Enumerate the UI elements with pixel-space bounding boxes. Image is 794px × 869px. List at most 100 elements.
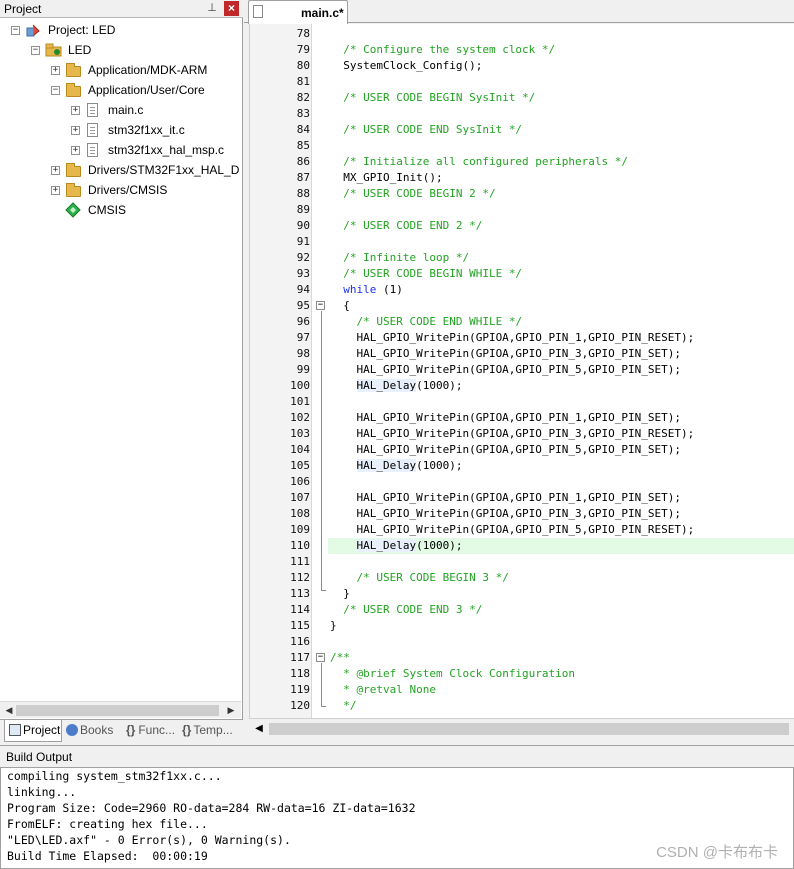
- build-output-log[interactable]: compiling system_stm32f1xx.c... linking.…: [0, 767, 794, 869]
- code-text: }: [330, 587, 350, 600]
- line-number: 80: [296, 59, 310, 72]
- code-text: /* Configure the system clock */: [343, 43, 556, 56]
- tab-books[interactable]: Books: [64, 720, 120, 742]
- pin-icon[interactable]: ⊥: [205, 1, 219, 15]
- scroll-left-icon[interactable]: ◀: [252, 722, 266, 736]
- line-number: 103: [290, 427, 310, 440]
- code-text: SystemClock_Config();: [330, 59, 483, 72]
- tree-item-application-user-core[interactable]: − Application/User/Core: [0, 80, 240, 100]
- code-text: /* USER CODE BEGIN SysInit */: [343, 91, 536, 104]
- code-text: HAL_GPIO_WritePin(GPIOA,GPIO_PIN_3,GPIO_…: [330, 507, 681, 520]
- file-icon: [253, 5, 263, 18]
- tree-horizontal-scrollbar[interactable]: ◀ ▶: [0, 701, 241, 718]
- tree-item-stm32f1xx-it-c[interactable]: + stm32f1xx_it.c: [0, 120, 240, 140]
- tree-item-label: stm32f1xx_it.c: [108, 123, 185, 137]
- line-number: 113: [290, 587, 310, 600]
- line-number: 86: [296, 155, 310, 168]
- line-number: 82: [296, 91, 310, 104]
- project-panel-header: Project ⊥ ×: [0, 0, 243, 18]
- line-number: 107: [290, 491, 310, 504]
- scrollbar-thumb[interactable]: [269, 723, 789, 735]
- file-icon: [87, 103, 98, 117]
- line-number: 119: [290, 683, 310, 696]
- expand-icon[interactable]: +: [71, 146, 80, 155]
- scrollbar-thumb[interactable]: [16, 705, 219, 716]
- tree-item-application-mdk-arm[interactable]: + Application/MDK-ARM: [0, 60, 240, 80]
- tab-label: Func...: [138, 723, 176, 737]
- code-editor[interactable]: 78 79 /* Configure the system clock */80 …: [249, 24, 794, 718]
- tab-functions[interactable]: {} Func...: [122, 720, 178, 742]
- tree-item-led-target[interactable]: − LED: [0, 40, 240, 60]
- code-text: HAL_GPIO_WritePin(GPIOA,GPIO_PIN_1,GPIO_…: [330, 411, 681, 424]
- code-line[interactable]: [250, 106, 794, 122]
- line-number: 106: [290, 475, 310, 488]
- code-text: HAL_GPIO_WritePin(GPIOA,GPIO_PIN_5,GPIO_…: [330, 523, 695, 536]
- fold-collapse-icon[interactable]: −: [316, 653, 325, 662]
- line-number: 110: [290, 539, 310, 552]
- fold-guide-end: [321, 590, 326, 591]
- code-line[interactable]: [250, 26, 794, 42]
- tree-item-stm32f1xx-hal-msp-c[interactable]: + stm32f1xx_hal_msp.c: [0, 140, 240, 160]
- tree-item-label: Application/User/Core: [88, 83, 205, 97]
- scroll-right-icon[interactable]: ▶: [224, 704, 238, 717]
- editor-horizontal-scrollbar[interactable]: ◀: [249, 718, 794, 738]
- line-number: 111: [290, 555, 310, 568]
- line-number: 91: [296, 235, 310, 248]
- expand-icon[interactable]: +: [71, 126, 80, 135]
- tree-item-label: CMSIS: [88, 203, 127, 217]
- line-number: 109: [290, 523, 310, 536]
- code-text: */: [343, 699, 357, 712]
- tab-main-c[interactable]: main.c*: [248, 0, 348, 24]
- line-number: 95: [296, 299, 310, 312]
- line-number: 83: [296, 107, 310, 120]
- code-line[interactable]: [250, 74, 794, 90]
- code-line[interactable]: [250, 234, 794, 250]
- tree-item-drivers-cmsis[interactable]: + Drivers/CMSIS: [0, 180, 240, 200]
- code-text: {: [330, 299, 350, 312]
- code-text: HAL_Delay(1000);: [356, 539, 463, 552]
- expand-icon[interactable]: +: [51, 166, 60, 175]
- folder-icon: [66, 163, 81, 177]
- code-text: /* Infinite loop */: [343, 251, 470, 264]
- code-text: /**: [330, 651, 350, 664]
- code-line[interactable]: [250, 554, 794, 570]
- collapse-icon[interactable]: −: [31, 46, 40, 55]
- code-line[interactable]: [250, 138, 794, 154]
- line-number: 112: [290, 571, 310, 584]
- editor-tab-bar: main.c*: [244, 0, 794, 24]
- scroll-left-icon[interactable]: ◀: [2, 704, 16, 717]
- build-output-header: Build Output: [0, 745, 794, 767]
- tree-item-label: main.c: [108, 103, 144, 117]
- collapse-icon[interactable]: −: [51, 86, 60, 95]
- code-text: HAL_Delay(1000);: [356, 459, 463, 472]
- tree-item-main-c[interactable]: + main.c: [0, 100, 240, 120]
- line-number: 93: [296, 267, 310, 280]
- folder-icon: [66, 183, 81, 197]
- code-text: HAL_GPIO_WritePin(GPIOA,GPIO_PIN_5,GPIO_…: [330, 443, 681, 456]
- tree-item-cmsis[interactable]: CMSIS: [0, 200, 240, 220]
- expand-icon[interactable]: +: [71, 106, 80, 115]
- collapse-icon[interactable]: −: [11, 26, 20, 35]
- tree-item-project-led[interactable]: − Project: LED: [0, 20, 240, 40]
- project-tab-icon: [9, 724, 21, 736]
- line-number: 118: [290, 667, 310, 680]
- tree-item-label: Drivers/STM32F1xx_HAL_Driv: [88, 163, 240, 177]
- code-line[interactable]: [250, 474, 794, 490]
- code-line[interactable]: [250, 202, 794, 218]
- tab-project[interactable]: Project: [4, 720, 62, 742]
- tree-item-label: Application/MDK-ARM: [88, 63, 208, 77]
- code-text: HAL_GPIO_WritePin(GPIOA,GPIO_PIN_1,GPIO_…: [330, 491, 681, 504]
- expand-icon[interactable]: +: [51, 186, 60, 195]
- code-text: HAL_Delay(1000);: [356, 379, 463, 392]
- close-icon[interactable]: ×: [224, 1, 239, 16]
- code-line[interactable]: [250, 634, 794, 650]
- fold-collapse-icon[interactable]: −: [316, 301, 325, 310]
- code-text: }: [330, 619, 337, 632]
- templates-icon: {}: [182, 723, 192, 737]
- project-panel: Project ⊥ × − Project: LED − LED + Appli…: [0, 0, 243, 742]
- expand-icon[interactable]: +: [51, 66, 60, 75]
- tree-item-drivers-hal[interactable]: + Drivers/STM32F1xx_HAL_Driv: [0, 160, 240, 180]
- tab-templates[interactable]: {} Temp...: [180, 720, 242, 742]
- line-number: 114: [290, 603, 310, 616]
- code-line[interactable]: [250, 394, 794, 410]
